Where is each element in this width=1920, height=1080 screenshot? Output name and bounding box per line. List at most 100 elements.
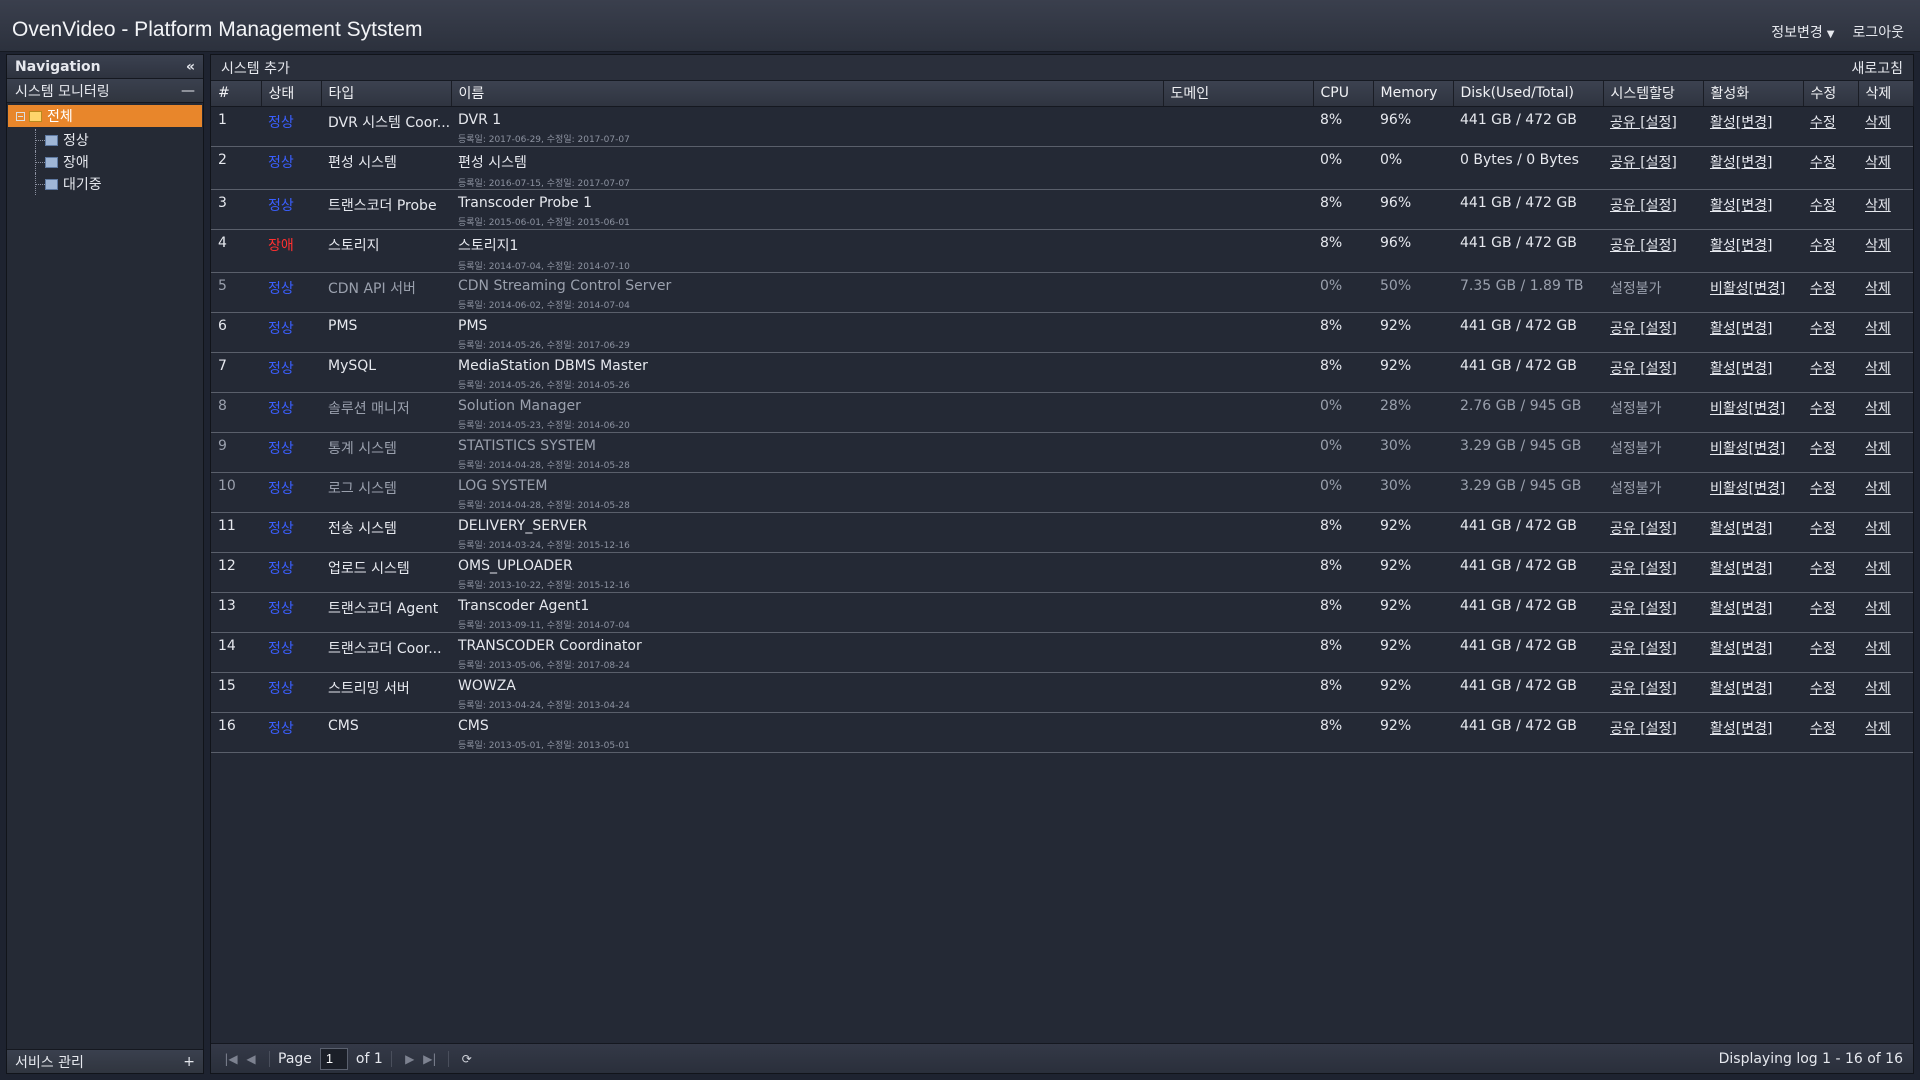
table-row[interactable]: 13 정상 트랜스코더 Agent Transcoder Agent1 등록일: 201… xyxy=(211,592,1913,633)
edit-link[interactable]: 수정 xyxy=(1803,512,1858,553)
assign-settings-link-text[interactable]: 공유 [설정] xyxy=(1610,601,1677,617)
assign-settings-link-text[interactable]: 공유 [설정] xyxy=(1610,561,1677,577)
activation-change-link-text[interactable]: 비활성[변경] xyxy=(1710,481,1785,497)
delete-link-text[interactable]: 삭제 xyxy=(1865,521,1891,537)
assign-settings-link-text[interactable]: 공유 [설정] xyxy=(1610,641,1677,657)
collapse-section-icon[interactable]: — xyxy=(181,83,195,99)
delete-link-text[interactable]: 삭제 xyxy=(1865,441,1891,457)
activation-change-link[interactable]: 활성[변경] xyxy=(1703,512,1803,553)
assign-settings-link-text[interactable]: 공유 [설정] xyxy=(1610,198,1677,214)
activation-change-link[interactable]: 활성[변경] xyxy=(1703,552,1803,593)
edit-link-text[interactable]: 수정 xyxy=(1810,641,1836,657)
column-header[interactable]: 수정 xyxy=(1803,81,1859,107)
edit-link[interactable]: 수정 xyxy=(1803,312,1858,353)
delete-link[interactable]: 삭제 xyxy=(1858,189,1913,230)
edit-link-text[interactable]: 수정 xyxy=(1810,561,1836,577)
delete-link-text[interactable]: 삭제 xyxy=(1865,401,1891,417)
activation-change-link-text[interactable]: 활성[변경] xyxy=(1710,681,1772,697)
assign-settings-link[interactable]: 공유 [설정] xyxy=(1603,106,1703,147)
activation-change-link-text[interactable]: 비활성[변경] xyxy=(1710,401,1785,417)
edit-link[interactable]: 수정 xyxy=(1803,432,1858,473)
delete-link[interactable]: 삭제 xyxy=(1858,106,1913,147)
assign-settings-link-text[interactable]: 공유 [설정] xyxy=(1610,321,1677,337)
table-row[interactable]: 4 장애 스토리지 스토리지1 등록일: 2014-07-04, 수정일: 2014-0… xyxy=(211,229,1913,273)
assign-settings-link-text[interactable]: 공유 [설정] xyxy=(1610,155,1677,171)
edit-link[interactable]: 수정 xyxy=(1803,146,1858,190)
activation-change-link[interactable]: 활성[변경] xyxy=(1703,672,1803,713)
assign-settings-link[interactable]: 공유 [설정] xyxy=(1603,146,1703,190)
assign-settings-link[interactable]: 공유 [설정] xyxy=(1603,189,1703,230)
delete-link-text[interactable]: 삭제 xyxy=(1865,281,1891,297)
refresh-button[interactable]: 새로고침 xyxy=(1851,58,1903,78)
delete-link[interactable]: 삭제 xyxy=(1858,432,1913,473)
table-row[interactable]: 8 정상 솔루션 매니저 Solution Manager 등록일: 2014-05-2… xyxy=(211,392,1913,433)
column-header[interactable]: 시스템할당 xyxy=(1603,81,1704,107)
column-header[interactable]: 상태 xyxy=(261,81,322,107)
tree-item-failure[interactable]: 장애 xyxy=(7,151,203,173)
assign-settings-link[interactable]: 공유 [설정] xyxy=(1603,552,1703,593)
table-row[interactable]: 2 정상 편성 시스템 편성 시스템 등록일: 2016-07-15, 수정일: 201… xyxy=(211,146,1913,190)
delete-link[interactable]: 삭제 xyxy=(1858,272,1913,313)
assign-settings-link[interactable]: 공유 [설정] xyxy=(1603,712,1703,753)
delete-link-text[interactable]: 삭제 xyxy=(1865,561,1891,577)
page-number-input[interactable] xyxy=(319,1047,348,1070)
edit-link-text[interactable]: 수정 xyxy=(1810,198,1836,214)
table-row[interactable]: 7 정상 MySQL MediaStation DBMS Master 등록일: 201… xyxy=(211,352,1913,393)
activation-change-link[interactable]: 비활성[변경] xyxy=(1703,472,1803,513)
table-row[interactable]: 5 정상 CDN API 서버 CDN Streaming Control Serve… xyxy=(211,272,1913,313)
activation-change-link[interactable]: 활성[변경] xyxy=(1703,592,1803,633)
activation-change-link-text[interactable]: 활성[변경] xyxy=(1710,721,1772,737)
delete-link[interactable]: 삭제 xyxy=(1858,146,1913,190)
activation-change-link[interactable]: 활성[변경] xyxy=(1703,712,1803,753)
column-header[interactable]: Memory xyxy=(1373,81,1454,107)
edit-link-text[interactable]: 수정 xyxy=(1810,238,1836,254)
edit-link-text[interactable]: 수정 xyxy=(1810,321,1836,337)
edit-link-text[interactable]: 수정 xyxy=(1810,281,1836,297)
activation-change-link-text[interactable]: 활성[변경] xyxy=(1710,238,1772,254)
table-row[interactable]: 16 정상 CMS CMS 등록일: 2013-05-01, 수정일: 2013-05-… xyxy=(211,712,1913,753)
edit-link-text[interactable]: 수정 xyxy=(1810,115,1836,131)
activation-change-link-text[interactable]: 활성[변경] xyxy=(1710,155,1772,171)
activation-change-link[interactable]: 활성[변경] xyxy=(1703,229,1803,273)
column-header[interactable]: 활성화 xyxy=(1703,81,1804,107)
first-page-icon[interactable]: |◀ xyxy=(221,1052,241,1066)
table-row[interactable]: 9 정상 통계 시스템 STATISTICS SYSTEM 등록일: 2014-04-2… xyxy=(211,432,1913,473)
activation-change-link[interactable]: 활성[변경] xyxy=(1703,312,1803,353)
activation-change-link-text[interactable]: 활성[변경] xyxy=(1710,321,1772,337)
delete-link-text[interactable]: 삭제 xyxy=(1865,238,1891,254)
delete-link-text[interactable]: 삭제 xyxy=(1865,155,1891,171)
edit-link[interactable]: 수정 xyxy=(1803,632,1858,673)
table-row[interactable]: 14 정상 트랜스코더 Coor... TRANSCODER Coordinator 등… xyxy=(211,632,1913,673)
activation-change-link[interactable]: 비활성[변경] xyxy=(1703,432,1803,473)
delete-link[interactable]: 삭제 xyxy=(1858,472,1913,513)
table-row[interactable]: 12 정상 업로드 시스템 OMS_UPLOADER 등록일: 2013-10-22, … xyxy=(211,552,1913,593)
delete-link[interactable]: 삭제 xyxy=(1858,512,1913,553)
delete-link-text[interactable]: 삭제 xyxy=(1865,361,1891,377)
assign-settings-link-text[interactable]: 공유 [설정] xyxy=(1610,115,1677,131)
activation-change-link-text[interactable]: 활성[변경] xyxy=(1710,198,1772,214)
delete-link[interactable]: 삭제 xyxy=(1858,229,1913,273)
assign-settings-link-text[interactable]: 공유 [설정] xyxy=(1610,681,1677,697)
table-row[interactable]: 10 정상 로그 시스템 LOG SYSTEM 등록일: 2014-04-28, 수정일… xyxy=(211,472,1913,513)
collapse-panel-icon[interactable]: « xyxy=(186,59,195,75)
edit-link-text[interactable]: 수정 xyxy=(1810,401,1836,417)
edit-link-text[interactable]: 수정 xyxy=(1810,155,1836,171)
delete-link[interactable]: 삭제 xyxy=(1858,672,1913,713)
last-page-icon[interactable]: ▶| xyxy=(420,1052,440,1066)
assign-settings-link[interactable]: 공유 [설정] xyxy=(1603,312,1703,353)
expand-section-icon[interactable]: + xyxy=(183,1054,195,1070)
edit-link[interactable]: 수정 xyxy=(1803,229,1858,273)
edit-link[interactable]: 수정 xyxy=(1803,592,1858,633)
activation-change-link-text[interactable]: 활성[변경] xyxy=(1710,361,1772,377)
column-header[interactable]: 이름 xyxy=(451,81,1164,107)
edit-link[interactable]: 수정 xyxy=(1803,189,1858,230)
delete-link-text[interactable]: 삭제 xyxy=(1865,601,1891,617)
column-header[interactable]: 삭제 xyxy=(1858,81,1914,107)
delete-link[interactable]: 삭제 xyxy=(1858,392,1913,433)
activation-change-link[interactable]: 활성[변경] xyxy=(1703,352,1803,393)
table-row[interactable]: 15 정상 스트리밍 서버 WOWZA 등록일: 2013-04-24, 수정일: 20… xyxy=(211,672,1913,713)
tree-item-waiting[interactable]: 대기중 xyxy=(7,173,203,195)
assign-settings-link-text[interactable]: 공유 [설정] xyxy=(1610,721,1677,737)
table-row[interactable]: 3 정상 트랜스코더 Probe Transcoder Probe 1 등록일: 201… xyxy=(211,189,1913,230)
column-header[interactable]: # xyxy=(211,81,262,107)
